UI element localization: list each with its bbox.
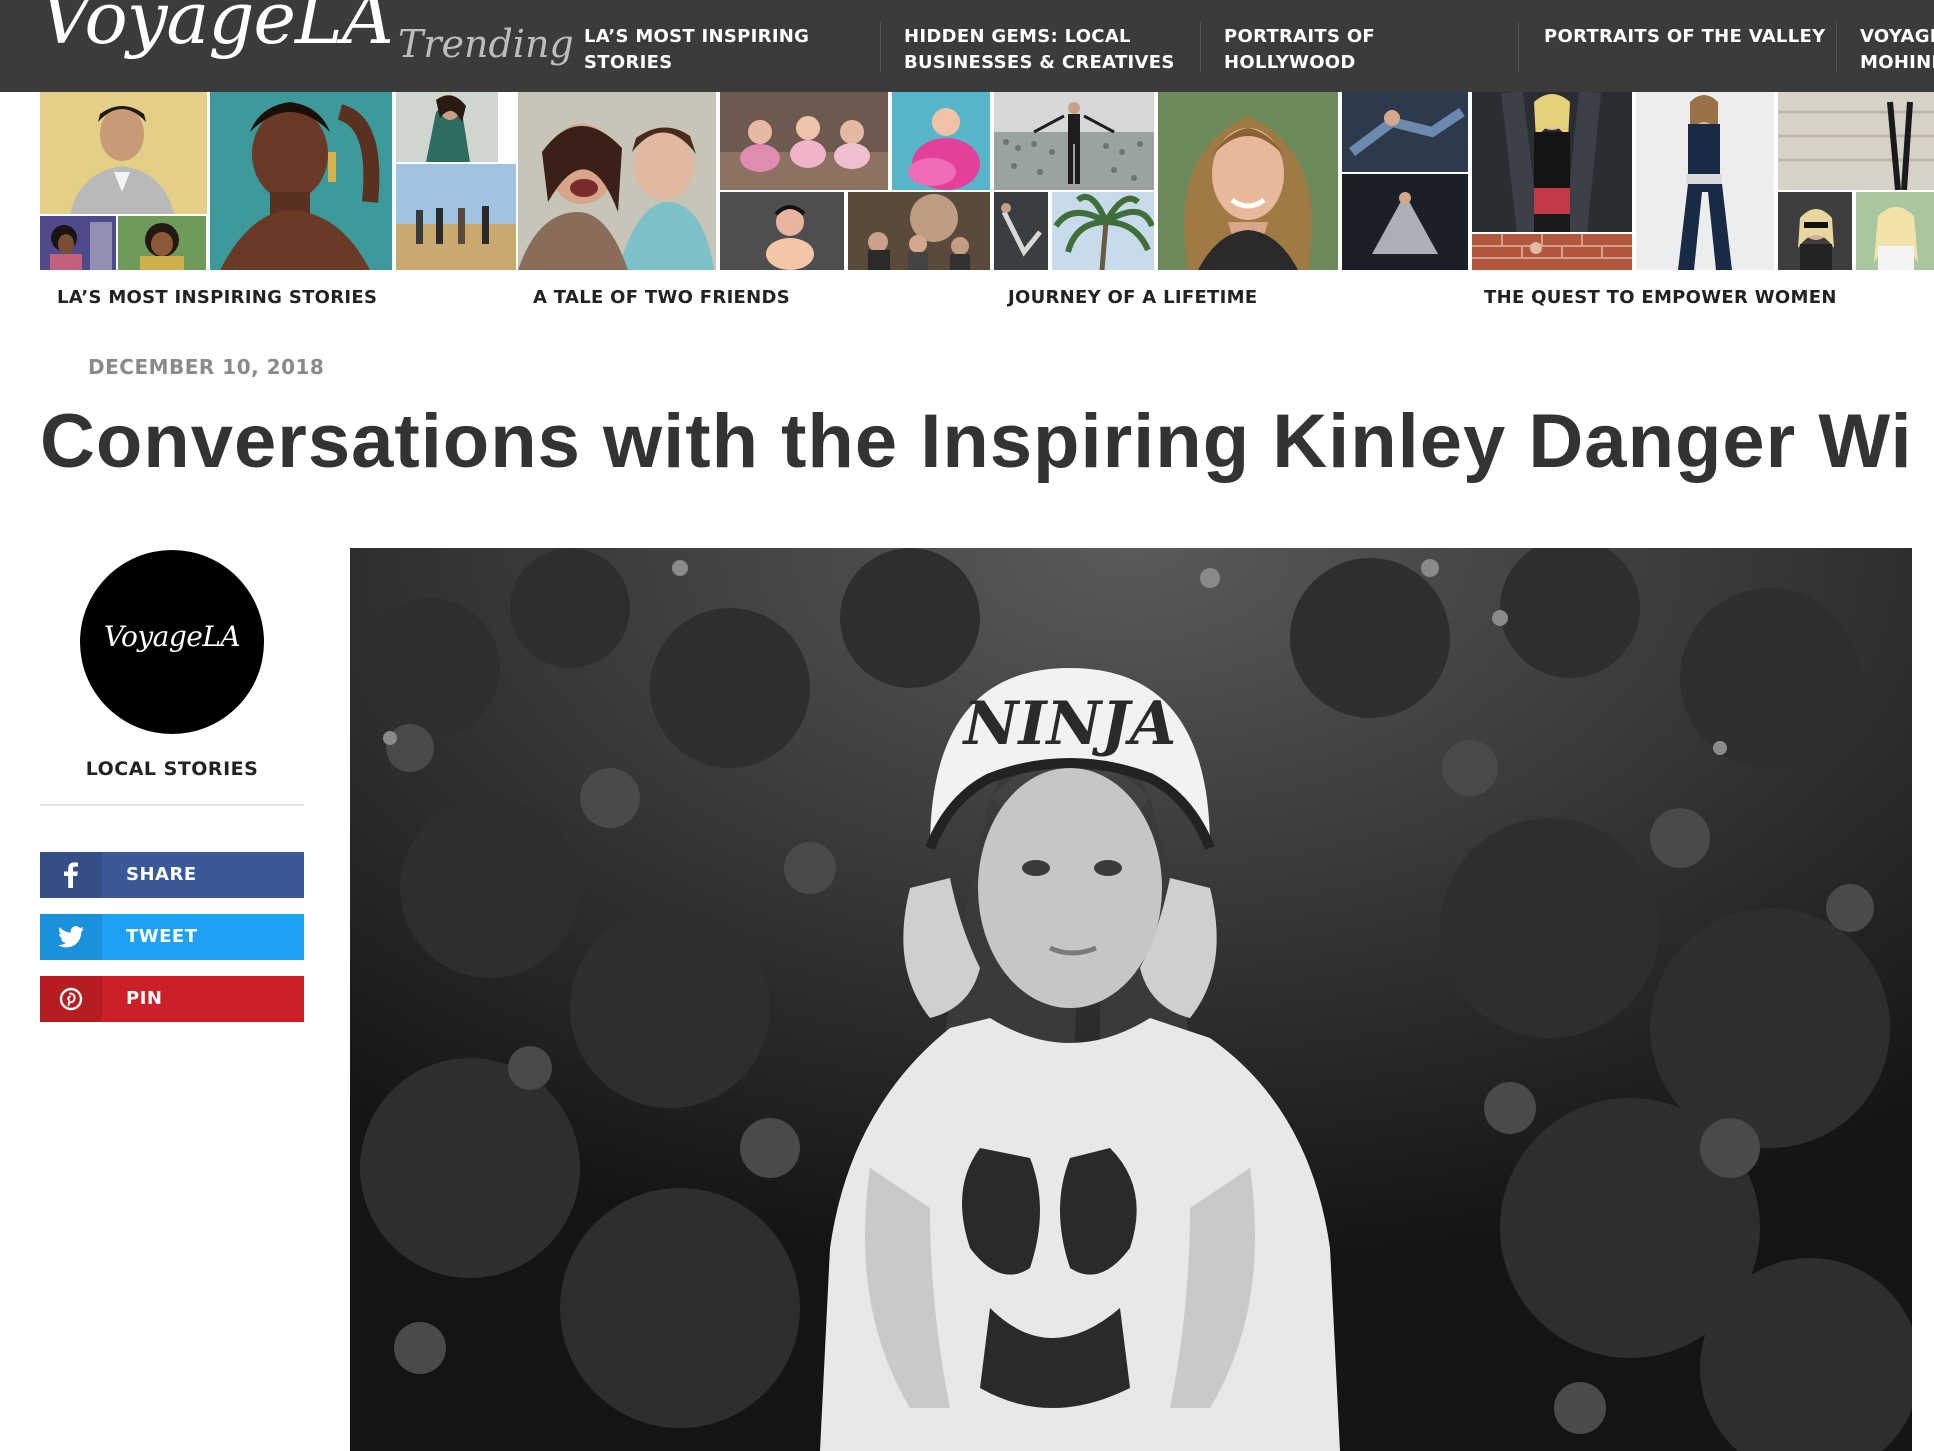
voyagela-badge[interactable]: VoyageLA [80, 550, 264, 734]
nav-link-voyage-mohini[interactable]: VOYAGE MOHINI [1860, 24, 1934, 76]
facebook-share-button[interactable]: SHARE [40, 852, 304, 898]
trending-photo[interactable] [1158, 92, 1338, 270]
portrait-photo [118, 216, 206, 270]
nav-separator [1518, 22, 1519, 72]
trending-photo[interactable] [1778, 192, 1852, 270]
nav-link-label: LA’S MOST INSPIRING STORIES [584, 26, 810, 73]
trending-photo[interactable] [720, 92, 888, 190]
portrait-photo [518, 92, 716, 270]
fitness-photo [1472, 92, 1632, 232]
nav-link-la-most-inspiring-stories[interactable]: LA’S MOST INSPIRING STORIES [584, 24, 809, 76]
hero-image: NINJA [350, 548, 1912, 1451]
trending-photo[interactable] [1636, 92, 1774, 270]
section-label[interactable]: LOCAL STORIES [40, 758, 304, 780]
article-title: Conversations with the Inspiring Kinley … [40, 399, 1913, 484]
trending-photo[interactable] [210, 92, 392, 270]
helmet-lettering: NINJA [962, 689, 1177, 759]
share-label: SHARE [126, 864, 197, 885]
brick-wall-photo [1472, 234, 1632, 270]
fitness-photo [1342, 174, 1468, 270]
trending-caption[interactable]: A TALE OF TWO FRIENDS [533, 287, 790, 308]
trending-photo[interactable] [848, 192, 990, 270]
nav-separator [1200, 22, 1201, 72]
trending-photo[interactable] [396, 92, 498, 162]
nav-link-portraits-of-the-valley[interactable]: PORTRAITS OF THE VALLEY [1544, 24, 1825, 50]
facebook-icon [40, 852, 102, 898]
nav-link-label: HIDDEN GEMS: LOCAL BUSINESSES & CREATIVE… [904, 26, 1175, 73]
yoga-photo [994, 92, 1154, 190]
event-photo [848, 192, 990, 270]
children-photo [720, 92, 888, 190]
trending-caption[interactable]: THE QUEST TO EMPOWER WOMEN [1484, 287, 1837, 308]
portrait-photo [1778, 192, 1852, 270]
nav-link-label: PORTRAITS OF HOLLYWOOD [1224, 26, 1376, 73]
nav-link-portraits-of-hollywood[interactable]: PORTRAITS OF HOLLYWOOD [1224, 24, 1375, 76]
top-navigation-bar: VoyageLA Trending LA’S MOST INSPIRING ST… [0, 0, 1934, 92]
trending-photo[interactable] [1342, 174, 1468, 270]
nav-link-label: VOYAGE MOHINI [1860, 26, 1934, 73]
portrait-photo [1856, 192, 1934, 270]
trending-photo[interactable] [1472, 92, 1632, 232]
interior-photo [1778, 92, 1934, 190]
portrait-photo [40, 216, 116, 270]
child-photo [720, 192, 844, 270]
trending-photo[interactable] [994, 192, 1048, 270]
trending-photo[interactable] [40, 92, 207, 214]
palm-photo [1052, 192, 1154, 270]
badge-logo-text: VoyageLA [103, 620, 241, 653]
site-logo[interactable]: VoyageLA [40, 0, 394, 54]
trending-photo[interactable] [720, 192, 844, 270]
sidebar-divider [40, 804, 304, 806]
trending-photo[interactable] [892, 92, 990, 190]
trending-label: Trending [398, 22, 574, 66]
trending-photo[interactable] [518, 92, 716, 270]
trending-photo[interactable] [118, 216, 206, 270]
nav-link-hidden-gems[interactable]: HIDDEN GEMS: LOCAL BUSINESSES & CREATIVE… [904, 24, 1175, 76]
trending-photo[interactable] [994, 92, 1154, 190]
trending-caption[interactable]: JOURNEY OF A LIFETIME [1008, 287, 1257, 308]
trending-photo[interactable] [1342, 92, 1468, 172]
fitness-photo [1342, 92, 1468, 172]
portrait-photo [396, 92, 498, 162]
trending-photo[interactable] [1472, 234, 1632, 270]
trending-photo[interactable] [396, 164, 516, 270]
article-hero-photo: NINJA [350, 548, 1912, 1451]
article-date: DECEMBER 10, 2018 [88, 355, 325, 379]
portrait-photo [1158, 92, 1338, 270]
nav-separator [880, 22, 881, 72]
child-photo [892, 92, 990, 190]
trending-photo[interactable] [1052, 192, 1154, 270]
portrait-photo [40, 92, 207, 214]
tweet-label: TWEET [126, 926, 198, 947]
trending-strip [0, 92, 1934, 270]
landscape-photo [396, 164, 516, 270]
fitness-photo [1636, 92, 1774, 270]
trending-photo[interactable] [1778, 92, 1934, 190]
twitter-share-button[interactable]: TWEET [40, 914, 304, 960]
trending-photo[interactable] [1856, 192, 1934, 270]
trending-photo[interactable] [40, 216, 116, 270]
nav-link-label: PORTRAITS OF THE VALLEY [1544, 26, 1826, 47]
pin-label: PIN [126, 988, 163, 1009]
pinterest-share-button[interactable]: PIN [40, 976, 304, 1022]
nav-separator [1836, 22, 1837, 72]
trending-caption[interactable]: LA’S MOST INSPIRING STORIES [57, 287, 377, 308]
pinterest-icon [40, 976, 102, 1022]
portrait-photo [210, 92, 392, 270]
yoga-photo [994, 192, 1048, 270]
twitter-icon [40, 914, 102, 960]
